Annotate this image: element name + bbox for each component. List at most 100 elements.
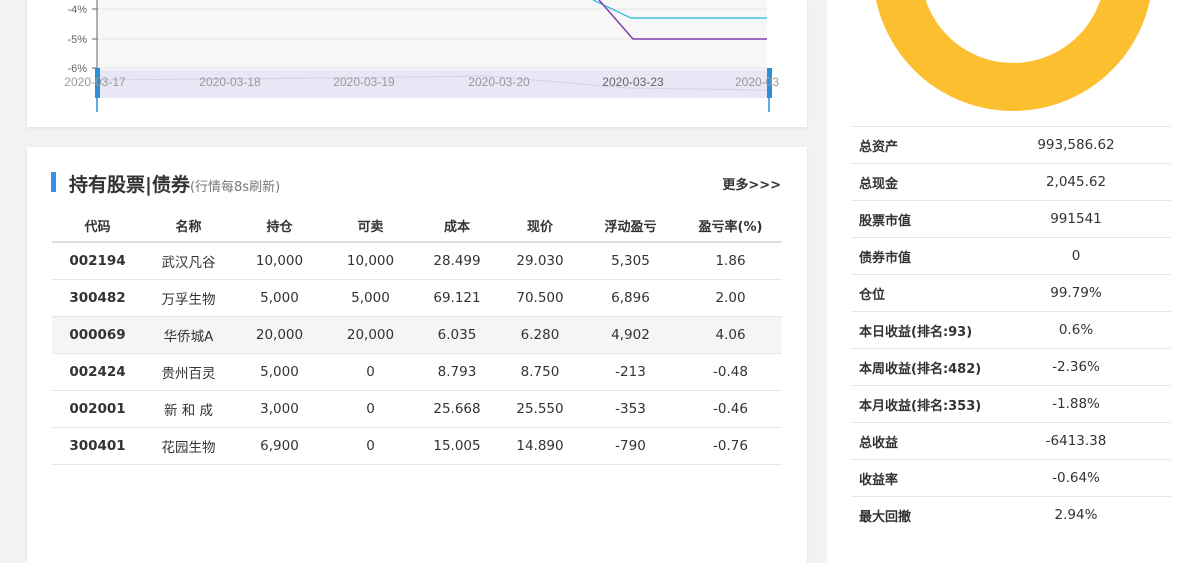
stat-row: 股票市值 991541	[851, 200, 1171, 237]
floating-pnl-cell: -790	[582, 427, 679, 465]
title-accent-bar	[51, 172, 56, 192]
stat-label: 总收益	[859, 435, 899, 451]
col-header-code[interactable]: 代码	[52, 209, 143, 243]
stat-value: -2.36%	[1052, 359, 1100, 375]
stat-label: 本日收益(排名:93)	[859, 324, 973, 340]
price-cell: 25.550	[498, 390, 582, 428]
pnl-rate-cell: -0.48	[679, 353, 782, 391]
stock-name: 贵州百灵	[143, 353, 234, 391]
account-panel: 总资产 993,586.62 总现金 2,045.62 股票市值 991541 债券市…	[827, 0, 1197, 563]
position-cell: 5,000	[234, 279, 325, 317]
stat-value: -0.64%	[1052, 470, 1100, 486]
col-header-sellable[interactable]: 可卖	[325, 209, 416, 243]
price-cell: 6.280	[498, 316, 582, 354]
zoom-slider-area[interactable]	[97, 70, 769, 98]
stat-label: 总现金	[859, 176, 899, 192]
price-cell: 29.030	[498, 242, 582, 280]
stat-label: 收益率	[859, 472, 899, 488]
donut-ring	[876, 0, 1150, 111]
holdings-table: 代码 名称 持仓 可卖 成本 现价 浮动盈亏 盈亏率(%) 002194 武汉凡…	[52, 209, 782, 465]
floating-pnl-cell: 4,902	[582, 316, 679, 354]
stat-value: 99.79%	[1050, 285, 1102, 301]
refresh-note: (行情每8s刷新)	[189, 180, 281, 195]
floating-pnl-cell: -353	[582, 390, 679, 428]
floating-pnl-cell: 5,305	[582, 242, 679, 280]
stock-code-link[interactable]: 002424	[52, 353, 143, 391]
stock-code-link[interactable]: 000069	[52, 316, 143, 354]
x-date-label: 2020-03-18	[199, 75, 261, 89]
table-header-row: 代码 名称 持仓 可卖 成本 现价 浮动盈亏 盈亏率(%)	[52, 209, 782, 243]
returns-chart: -4% -5% -6% 2020-03-17 2020-03-18 2020-0…	[64, 0, 779, 112]
col-header-pnl-rate[interactable]: 盈亏率(%)	[679, 209, 782, 243]
stat-value: 2.94%	[1054, 507, 1098, 523]
stat-row: 本日收益(排名:93) 0.6%	[851, 311, 1171, 348]
y-tick-label: -5%	[67, 34, 87, 46]
price-cell: 14.890	[498, 427, 582, 465]
stat-row: 仓位 99.79%	[851, 274, 1171, 311]
stock-name: 华侨城A	[143, 316, 234, 354]
pnl-rate-cell: -0.46	[679, 390, 782, 428]
position-cell: 5,000	[234, 353, 325, 391]
position-cell: 20,000	[234, 316, 325, 354]
asset-donut-chart	[876, 0, 1150, 111]
pnl-rate-cell: 1.86	[679, 242, 782, 280]
col-header-name[interactable]: 名称	[143, 209, 234, 243]
cost-cell: 8.793	[416, 353, 498, 391]
more-link[interactable]: 更多>>>	[722, 174, 781, 193]
stat-row: 本月收益(排名:353) -1.88%	[851, 385, 1171, 422]
stat-row: 总现金 2,045.62	[851, 163, 1171, 200]
cost-cell: 28.499	[416, 242, 498, 280]
col-header-floating-pnl[interactable]: 浮动盈亏	[582, 209, 679, 243]
pnl-rate-cell: -0.76	[679, 427, 782, 465]
sellable-cell: 20,000	[325, 316, 416, 354]
holdings-title: 持有股票|债券(行情每8s刷新)	[69, 170, 280, 197]
price-cell: 70.500	[498, 279, 582, 317]
pnl-rate-cell: 4.06	[679, 316, 782, 354]
stock-code-link[interactable]: 002001	[52, 390, 143, 428]
stat-value: 0	[1071, 248, 1081, 264]
stat-label: 本周收益(排名:482)	[859, 361, 982, 377]
position-cell: 6,900	[234, 427, 325, 465]
stat-value: 991541	[1050, 211, 1102, 227]
stock-code-link[interactable]: 002194	[52, 242, 143, 280]
stat-row: 本周收益(排名:482) -2.36%	[851, 348, 1171, 385]
stat-row: 总资产 993,586.62	[851, 126, 1171, 163]
stat-value: 2,045.62	[1045, 174, 1107, 190]
stat-value: -6413.38	[1045, 433, 1107, 449]
sellable-cell: 0	[325, 353, 416, 391]
sellable-cell: 0	[325, 427, 416, 465]
x-date-label: 2020-03-17	[64, 75, 126, 89]
x-date-label: 2020-03-19	[333, 75, 395, 89]
stock-name: 万孚生物	[143, 279, 234, 317]
table-row[interactable]: 002001 新 和 成 3,000 0 25.668 25.550 -353 …	[52, 390, 782, 428]
cost-cell: 6.035	[416, 316, 498, 354]
stock-name: 花园生物	[143, 427, 234, 465]
stock-code-link[interactable]: 300401	[52, 427, 143, 465]
position-cell: 10,000	[234, 242, 325, 280]
table-row[interactable]: 000069 华侨城A 20,000 20,000 6.035 6.280 4,…	[52, 316, 782, 354]
col-header-price[interactable]: 现价	[498, 209, 582, 243]
stock-code-link[interactable]: 300482	[52, 279, 143, 317]
stat-value: 0.6%	[1058, 322, 1094, 338]
floating-pnl-cell: -213	[582, 353, 679, 391]
stock-name: 武汉凡谷	[143, 242, 234, 280]
table-row[interactable]: 300482 万孚生物 5,000 5,000 69.121 70.500 6,…	[52, 279, 782, 317]
stat-value: -1.88%	[1052, 396, 1100, 412]
holdings-card: 持有股票|债券(行情每8s刷新) 更多>>> 代码 名称 持仓 可卖 成本 现价…	[27, 147, 807, 563]
table-row[interactable]: 002424 贵州百灵 5,000 0 8.793 8.750 -213 -0.…	[52, 353, 782, 391]
x-date-label: 2020-03	[735, 75, 779, 89]
stat-row: 总收益 -6413.38	[851, 422, 1171, 459]
cost-cell: 25.668	[416, 390, 498, 428]
table-row[interactable]: 002194 武汉凡谷 10,000 10,000 28.499 29.030 …	[52, 242, 782, 280]
position-cell: 3,000	[234, 390, 325, 428]
stat-label: 最大回撤	[859, 509, 912, 525]
col-header-position[interactable]: 持仓	[234, 209, 325, 243]
stat-label: 本月收益(排名:353)	[859, 398, 982, 414]
col-header-cost[interactable]: 成本	[416, 209, 498, 243]
table-row[interactable]: 300401 花园生物 6,900 0 15.005 14.890 -790 -…	[52, 427, 782, 465]
stat-value: 993,586.62	[1037, 137, 1115, 153]
sellable-cell: 0	[325, 390, 416, 428]
stat-label: 股票市值	[859, 213, 912, 229]
sellable-cell: 10,000	[325, 242, 416, 280]
holdings-title-main: 持有股票|债券	[69, 174, 190, 196]
